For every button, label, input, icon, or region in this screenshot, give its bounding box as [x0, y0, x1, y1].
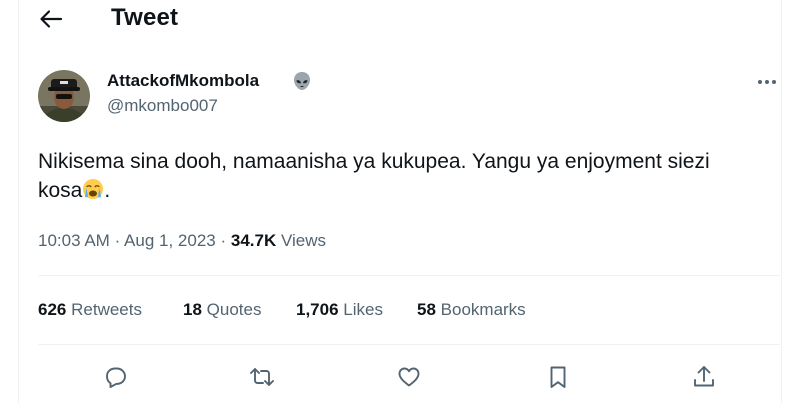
page-header: Tweet	[0, 0, 800, 40]
likes-stat[interactable]: 1,706 Likes	[296, 300, 383, 320]
tweet-meta: 10:03 AM · Aug 1, 2023 · 34.7K Views	[38, 231, 326, 251]
quotes-stat[interactable]: 18 Quotes	[183, 300, 261, 320]
share-icon	[694, 366, 714, 387]
divider	[38, 275, 780, 276]
right-border	[781, 0, 782, 403]
tweet-date[interactable]: Aug 1, 2023	[124, 231, 216, 250]
tweet-time[interactable]: 10:03 AM	[38, 231, 110, 250]
tweet-text-line-2-end: .	[104, 179, 111, 202]
tweet-text-line-2: kosa .	[38, 176, 778, 205]
quotes-label: Quotes	[206, 300, 262, 319]
heart-icon	[398, 367, 420, 387]
retweets-stat[interactable]: 626 Retweets	[38, 300, 142, 320]
views-label: Views	[280, 231, 327, 250]
bookmark-icon	[550, 366, 566, 388]
retweets-label: Retweets	[71, 300, 142, 319]
like-button[interactable]	[395, 363, 423, 391]
bookmark-button[interactable]	[544, 363, 572, 391]
loudly-crying-face-icon	[82, 178, 104, 200]
more-horizontal-icon	[758, 80, 776, 84]
bookmarks-stat[interactable]: 58 Bookmarks	[417, 300, 526, 320]
more-options-button[interactable]	[753, 70, 781, 94]
tweet-text-line-2-start: kosa	[38, 179, 83, 202]
reply-icon	[106, 367, 126, 388]
author-handle[interactable]: @mkombo007	[107, 96, 218, 116]
avatar-image	[38, 70, 90, 122]
meta-separator-2: ·	[220, 231, 227, 250]
bookmarks-label: Bookmarks	[440, 300, 526, 319]
back-button[interactable]	[37, 5, 65, 33]
arrow-left-icon	[40, 10, 63, 28]
bookmarks-count: 58	[417, 300, 436, 319]
reply-button[interactable]	[102, 363, 130, 391]
alien-emoji-icon	[291, 70, 313, 92]
views-count: 34.7K	[230, 231, 277, 250]
page-title: Tweet	[111, 4, 179, 31]
author-display-name[interactable]: AttackofMkombola	[107, 71, 259, 91]
retweets-count: 626	[38, 300, 67, 319]
tweet-text: Nikisema sina dooh, namaanisha ya kukupe…	[38, 147, 778, 205]
share-button[interactable]	[690, 363, 718, 391]
tweet-text-line-1: Nikisema sina dooh, namaanisha ya kukupe…	[38, 150, 710, 173]
left-border	[18, 0, 19, 403]
avatar[interactable]	[38, 70, 90, 122]
likes-count: 1,706	[296, 300, 339, 319]
retweet-button[interactable]	[248, 363, 276, 391]
likes-label: Likes	[343, 300, 383, 319]
retweet-icon	[250, 368, 274, 386]
divider	[38, 344, 780, 345]
meta-separator: ·	[114, 231, 121, 250]
quotes-count: 18	[183, 300, 202, 319]
